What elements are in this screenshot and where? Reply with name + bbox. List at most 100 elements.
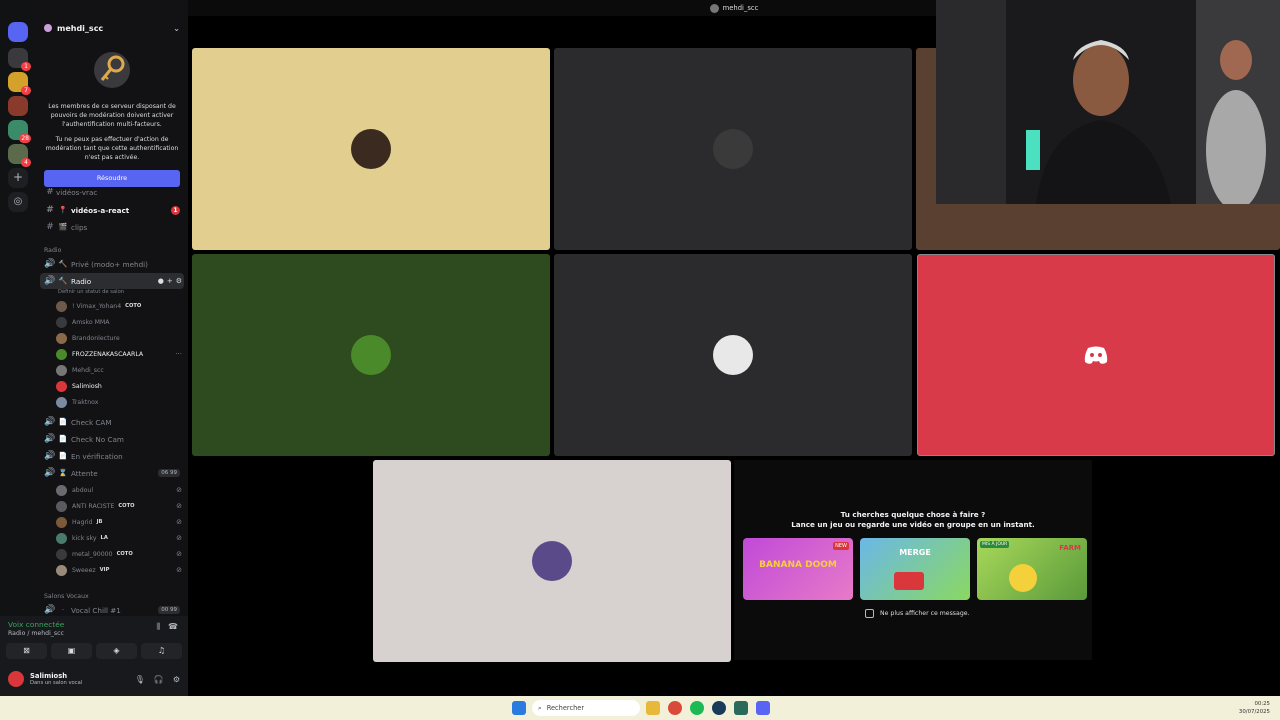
category-radio[interactable]: Radio [44,247,61,254]
voice-user[interactable]: ANTI RACISTE COTO ⊘ [56,499,182,513]
dont-show-checkbox[interactable]: Ne plus afficher ce message. [865,609,970,618]
user-count: 00 99 [158,606,180,614]
chat-icon[interactable]: ● [158,277,164,285]
activity-button[interactable]: ◈ [96,643,137,659]
game-card[interactable]: MERGE [860,538,970,600]
participant-tile[interactable] [554,48,912,250]
voice-location[interactable]: Radio / mehdi_scc [8,630,64,637]
gear-icon[interactable]: ⚙ [176,277,182,285]
voice-user[interactable]: ! Vimax_Yohan4 COTO [56,299,182,313]
headphones-icon[interactable]: 🎧 [154,675,164,684]
voice-user[interactable]: FROZZENAKASCAARLA ··· [56,347,182,361]
avatar [56,332,67,344]
app-icon[interactable] [734,701,748,715]
add-user-icon[interactable]: + [167,277,173,285]
voice-user[interactable]: Sweeez VIP ⊘ [56,563,182,577]
discover-icon[interactable]: ◎ [8,192,28,212]
gear-icon[interactable]: ⚙ [173,675,180,684]
muted-icon: ⊘ [176,534,182,542]
avatar [709,3,719,13]
channel-item[interactable]: # vidéos-vrac [40,188,184,196]
participant-tile[interactable] [917,254,1275,456]
hammer-icon: 🔨 [58,260,68,268]
server-avatar [44,24,52,32]
voice-channel-check-no-cam[interactable]: 🔊 📄 Check No Cam [40,431,184,447]
chevron-down-icon[interactable]: ⌄ [173,24,180,33]
noise-suppression-icon[interactable]: ⫼ [156,622,160,632]
voice-user[interactable]: metal_90000 COTO ⊘ [56,547,182,561]
chrome-icon[interactable] [668,701,682,715]
more-icon[interactable]: ··· [175,350,182,358]
activity-promo: Tu cherches quelque chose à faire ? Lanc… [734,460,1092,660]
muted-icon: ⊘ [176,566,182,574]
voice-channel-prive[interactable]: 🔊 🔨 Privé (modo+ mehdi) [40,256,184,272]
voice-channel-radio[interactable]: 🔊 🔨 Radio ● + ⚙ [40,273,184,289]
voice-user[interactable]: abdoul ⊘ [56,483,182,497]
channel-videos-a-react[interactable]: # 📍 vidéos-a-react 1 [40,202,184,218]
camera-off-button[interactable]: ⊠ [6,643,47,659]
avatar [56,380,67,392]
game-card[interactable]: FARM MIS À JOUR [977,538,1087,600]
voice-user[interactable]: Amsko MMA [56,315,182,329]
channel-clips[interactable]: # 🎬 clips [40,219,184,235]
speaker-icon: 🔊 [44,605,56,615]
voice-user[interactable]: Salimiosh [56,379,182,393]
participant-tile[interactable] [554,254,912,456]
voice-status[interactable]: Voix connectée [8,620,64,629]
game-card[interactable]: BANANA DOOM NEW [743,538,853,600]
server-icon[interactable]: 7 [8,72,31,95]
disconnect-icon[interactable]: ☎ [168,622,178,632]
discord-icon[interactable] [756,701,770,715]
participant-tile[interactable] [192,48,550,250]
participant-tile[interactable] [192,254,550,456]
hash-icon: # [46,205,54,215]
server-header[interactable]: mehdi_scc ⌄ [36,16,188,40]
unread-badge: 1 [171,205,180,215]
voice-user[interactable]: Brandonlecture [56,331,182,345]
document-icon: 📄 [58,435,68,443]
channel-label: Attente [71,468,98,478]
soundboard-button[interactable]: ♫ [141,643,182,659]
search-icon: ⌕ [538,703,542,712]
add-server-icon[interactable]: + [8,168,28,188]
checkbox[interactable] [865,609,874,618]
user-count: 06 99 [158,469,180,477]
channel-label: Check CAM [71,417,112,427]
voice-user[interactable]: Hagrid JB ⊘ [56,515,182,529]
promo-title: Tu cherches quelque chose à faire ? [840,510,986,519]
category-salons-vocaux[interactable]: Salons Vocaux [44,593,89,600]
server-icon[interactable]: 4 [8,144,31,167]
file-explorer-icon[interactable] [646,701,660,715]
channel-label: Vocal Chill #1 [71,605,121,615]
hash-icon: # [46,222,54,232]
microphone-icon[interactable]: 🎙 [135,675,145,684]
voice-channel-attente[interactable]: 🔊 ⌛ Attente 06 99 [40,465,184,481]
hourglass-icon: ⌛ [58,469,68,477]
resolve-button[interactable]: Résoudre [44,170,180,187]
muted-icon: ⊘ [176,502,182,510]
taskbar-search[interactable]: ⌕ Rechercher [532,700,640,716]
mfa-text: Les membres de ce serveur disposant de p… [48,103,176,128]
participant-tile[interactable] [373,460,731,662]
voice-channel-check-cam[interactable]: 🔊 📄 Check CAM [40,414,184,430]
channel-status[interactable]: Définir un statut de salon [58,289,124,295]
server-icon[interactable]: 1 [8,48,31,71]
speaker-icon: 🔊 [44,468,56,478]
voice-channel-verification[interactable]: 🔊 📄 En vérification [40,448,184,464]
server-icon[interactable] [8,96,28,116]
avatar[interactable] [8,671,24,687]
discord-home-icon[interactable] [8,22,28,42]
windows-start-icon[interactable] [512,701,526,715]
avatar [351,335,391,375]
pin-icon: 📍 [58,206,68,214]
taskbar-clock[interactable]: 00:25 30/07/2025 [1239,700,1270,716]
voice-user[interactable]: Mehdi_scc [56,363,182,377]
server-icon[interactable]: 28 [8,120,31,143]
voice-user[interactable]: kick sky LA ⊘ [56,531,182,545]
screen-share-button[interactable]: ▣ [51,643,92,659]
voice-user[interactable]: Traktnox [56,395,182,409]
spotify-icon[interactable] [690,701,704,715]
document-icon: 📄 [58,452,68,460]
car-icon [894,572,924,590]
steam-icon[interactable] [712,701,726,715]
